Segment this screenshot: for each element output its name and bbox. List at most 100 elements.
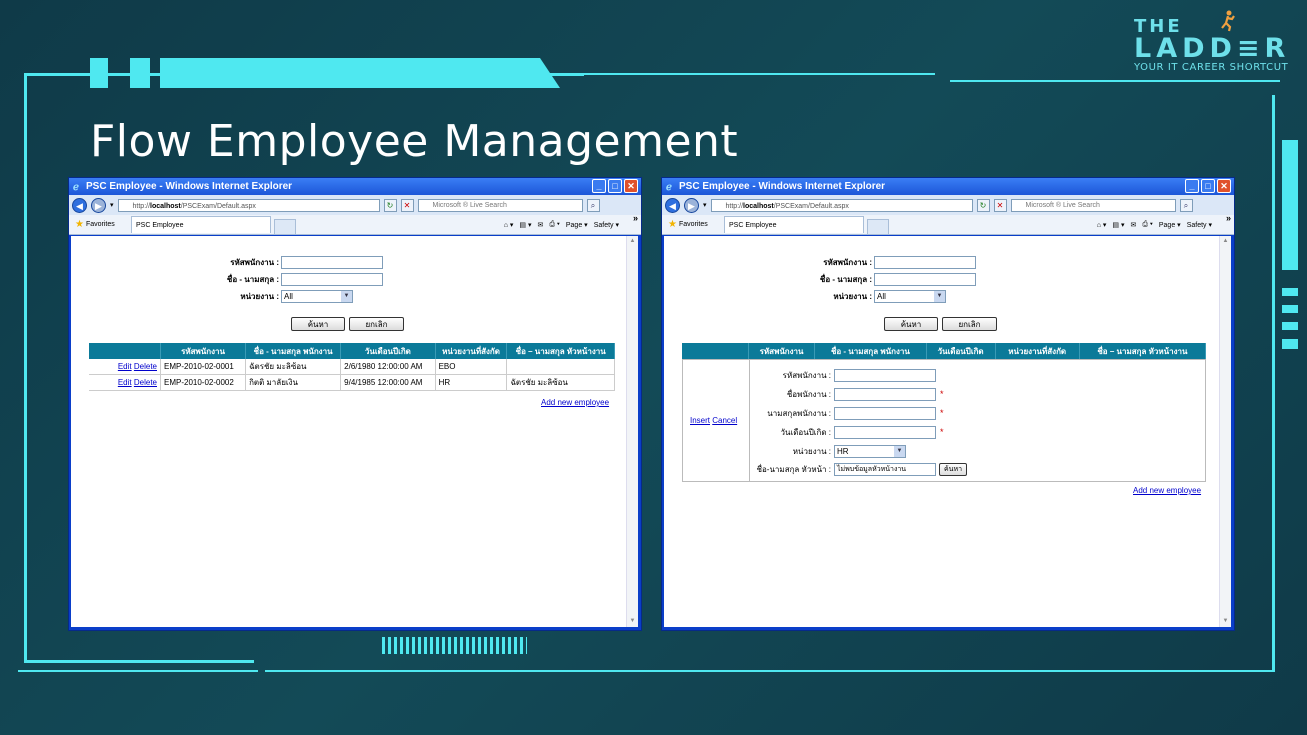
home-icon[interactable]: ⌂ ▾ bbox=[504, 221, 514, 229]
forward-icon[interactable]: ▶ bbox=[91, 197, 106, 213]
search-button[interactable]: ค้นหา bbox=[291, 317, 345, 331]
back-icon[interactable]: ◀ bbox=[665, 197, 680, 213]
insert-last-name-input[interactable] bbox=[834, 406, 936, 420]
search-input[interactable]: Microsoft ® Live Search bbox=[1010, 198, 1176, 212]
name-input[interactable] bbox=[281, 272, 383, 286]
insert-emp-id-input[interactable] bbox=[834, 368, 936, 382]
col-header-name: ชื่อ - นามสกุล พนักงาน bbox=[814, 343, 927, 359]
new-tab-button[interactable] bbox=[867, 219, 889, 235]
slide-title: Flow Employee Management bbox=[90, 116, 739, 167]
col-header-emp-id: รหัสพนักงาน bbox=[748, 343, 816, 359]
col-header-manager: ชื่อ – นามสกุล หัวหน้างาน bbox=[1079, 343, 1207, 359]
chevron-down-icon[interactable]: ▾ bbox=[110, 201, 114, 209]
emp-id-input[interactable] bbox=[874, 255, 976, 269]
mail-icon[interactable]: ✉ bbox=[1131, 221, 1137, 229]
emp-id-input[interactable] bbox=[281, 255, 383, 269]
favorites-button[interactable]: ★ Favorites bbox=[668, 219, 708, 230]
chevron-down-icon[interactable]: ▾ bbox=[703, 201, 707, 209]
chevron-right-icon[interactable]: » bbox=[1226, 213, 1231, 223]
refresh-icon[interactable]: ↻ bbox=[976, 198, 990, 212]
page-menu[interactable]: Page ▾ bbox=[566, 221, 588, 229]
add-new-employee-link[interactable]: Add new employee bbox=[541, 398, 609, 407]
close-button[interactable]: ✕ bbox=[1217, 179, 1231, 193]
refresh-icon[interactable]: ↻ bbox=[383, 198, 397, 212]
insert-dob-row: วันเดือนปีเกิด : * bbox=[751, 425, 944, 439]
tab-psc-employee[interactable]: PSC Employee bbox=[724, 216, 864, 233]
scroll-down-icon[interactable]: ▼ bbox=[628, 617, 637, 626]
search-input[interactable]: Microsoft ® Live Search bbox=[417, 198, 583, 212]
mail-icon[interactable]: ✉ bbox=[538, 221, 544, 229]
url-field[interactable]: http://localhost/PSCExam/Default.aspx bbox=[117, 198, 380, 212]
page-menu[interactable]: Page ▾ bbox=[1159, 221, 1181, 229]
stop-icon[interactable]: ✕ bbox=[993, 198, 1007, 212]
name-row: ชื่อ - นามสกุล : bbox=[752, 272, 976, 286]
insert-last-name-label: นามสกุลพนักงาน : bbox=[767, 408, 831, 418]
feeds-icon[interactable]: ▤ ▾ bbox=[1112, 221, 1124, 229]
insert-dept-row: หน่วยงาน : HR ▼ bbox=[751, 444, 906, 458]
emp-id-row: รหัสพนักงาน : bbox=[159, 255, 383, 269]
star-icon: ★ bbox=[668, 219, 677, 230]
page-content: รหัสพนักงาน : ชื่อ - นามสกุล : หน่วยงาน … bbox=[71, 236, 638, 627]
name-label: ชื่อ - นามสกุล : bbox=[226, 274, 279, 284]
maximize-button[interactable]: □ bbox=[608, 179, 622, 193]
browser-window-search: ℯ PSC Employee - Windows Internet Explor… bbox=[68, 177, 642, 631]
edit-link[interactable]: Edit bbox=[118, 378, 132, 387]
vertical-scrollbar[interactable]: ▲ ▼ bbox=[626, 236, 638, 627]
tab-psc-employee[interactable]: PSC Employee bbox=[131, 216, 271, 233]
dept-select[interactable]: All ▼ bbox=[281, 289, 353, 303]
insert-last-name-row: นามสกุลพนักงาน : * bbox=[751, 406, 944, 420]
cancel-button[interactable]: ยกเลิก bbox=[942, 317, 997, 331]
delete-link[interactable]: Delete bbox=[134, 362, 157, 371]
forward-icon[interactable]: ▶ bbox=[684, 197, 699, 213]
print-icon[interactable]: ⎙ ▾ bbox=[549, 221, 560, 229]
insert-dept-select[interactable]: HR ▼ bbox=[834, 444, 906, 458]
window-title: PSC Employee - Windows Internet Explorer bbox=[86, 181, 293, 192]
url-field[interactable]: http://localhost/PSCExam/Default.aspx bbox=[710, 198, 973, 212]
insert-first-name-input[interactable] bbox=[834, 387, 936, 401]
scroll-down-icon[interactable]: ▼ bbox=[1221, 617, 1230, 626]
close-button[interactable]: ✕ bbox=[624, 179, 638, 193]
add-new-employee-link[interactable]: Add new employee bbox=[1133, 486, 1201, 495]
col-header-dept: หน่วยงานที่สังกัด bbox=[435, 343, 508, 359]
new-tab-button[interactable] bbox=[274, 219, 296, 235]
insert-manager-label: ชื่อ-นามสกุล หัวหน้า : bbox=[756, 464, 831, 474]
insert-dob-input[interactable] bbox=[834, 425, 936, 439]
delete-link[interactable]: Delete bbox=[134, 378, 157, 387]
feeds-icon[interactable]: ▤ ▾ bbox=[519, 221, 531, 229]
col-header-actions bbox=[682, 343, 749, 359]
required-mark: * bbox=[940, 427, 944, 437]
ie-icon: ℯ bbox=[73, 181, 79, 193]
print-icon[interactable]: ⎙ ▾ bbox=[1142, 221, 1153, 229]
home-icon[interactable]: ⌂ ▾ bbox=[1097, 221, 1107, 229]
insert-manager-row: ชื่อ-นามสกุล หัวหน้า : ไม่พบข้อมูลหัวหน้… bbox=[751, 462, 967, 476]
chevron-right-icon[interactable]: » bbox=[633, 213, 638, 223]
search-icon[interactable]: ⌕ bbox=[586, 198, 600, 212]
insert-manager-input[interactable]: ไม่พบข้อมูลหัวหน้างาน bbox=[834, 462, 936, 476]
scroll-up-icon[interactable]: ▲ bbox=[628, 237, 637, 246]
dept-select[interactable]: All ▼ bbox=[874, 289, 946, 303]
minimize-button[interactable]: _ bbox=[1185, 179, 1199, 193]
col-header-name: ชื่อ - นามสกุล พนักงาน bbox=[245, 343, 342, 359]
search-icon[interactable]: ⌕ bbox=[1179, 198, 1193, 212]
name-label: ชื่อ - นามสกุล : bbox=[819, 274, 872, 284]
maximize-button[interactable]: □ bbox=[1201, 179, 1215, 193]
insert-link[interactable]: Insert bbox=[690, 416, 710, 425]
address-bar: ◀ ▶ ▾ http://localhost/PSCExam/Default.a… bbox=[69, 195, 641, 215]
manager-search-button[interactable]: ค้นหา bbox=[939, 462, 967, 476]
favorites-button[interactable]: ★ Favorites bbox=[75, 219, 115, 230]
stop-icon[interactable]: ✕ bbox=[400, 198, 414, 212]
minimize-button[interactable]: _ bbox=[592, 179, 606, 193]
name-input[interactable] bbox=[874, 272, 976, 286]
edit-link[interactable]: Edit bbox=[118, 362, 132, 371]
col-header-manager: ชื่อ – นามสกุล หัวหน้างาน bbox=[506, 343, 615, 359]
cancel-button[interactable]: ยกเลิก bbox=[349, 317, 404, 331]
scroll-up-icon[interactable]: ▲ bbox=[1221, 237, 1230, 246]
search-button[interactable]: ค้นหา bbox=[884, 317, 938, 331]
back-icon[interactable]: ◀ bbox=[72, 197, 87, 213]
col-header-emp-id: รหัสพนักงาน bbox=[160, 343, 247, 359]
cell-dob: 2/6/1980 12:00:00 AM bbox=[340, 359, 436, 375]
cancel-link[interactable]: Cancel bbox=[712, 416, 737, 425]
safety-menu[interactable]: Safety ▾ bbox=[594, 221, 619, 229]
vertical-scrollbar[interactable]: ▲ ▼ bbox=[1219, 236, 1231, 627]
safety-menu[interactable]: Safety ▾ bbox=[1187, 221, 1212, 229]
